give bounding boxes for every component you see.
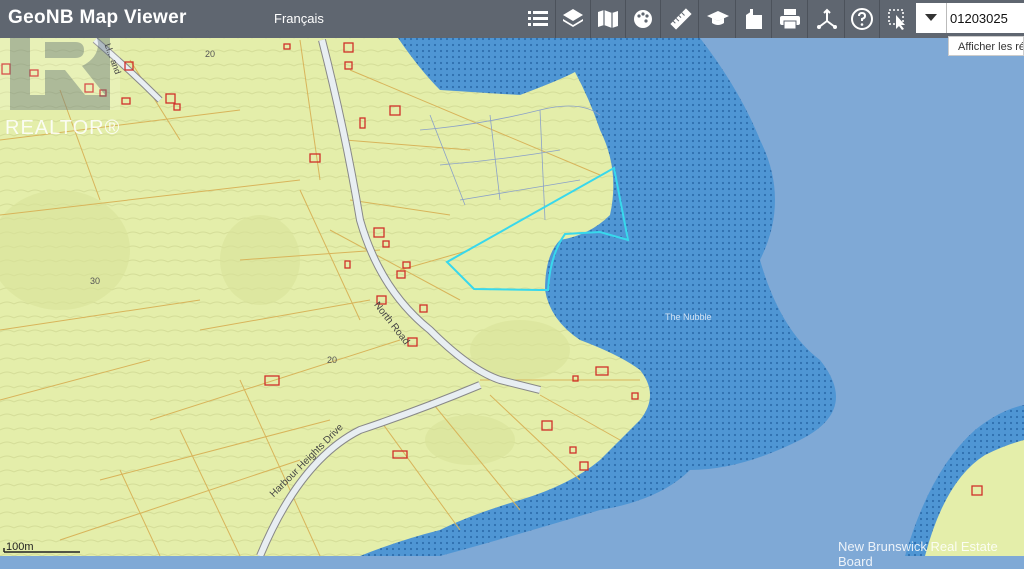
search-box: [916, 3, 1024, 33]
search-dropdown-hint[interactable]: Afficher les ré: [948, 36, 1024, 56]
contour-label-20b: 20: [327, 355, 338, 365]
app-title: GeoNB Map Viewer: [8, 7, 187, 28]
identify-icon: [888, 9, 905, 30]
toolbar-divider: [771, 0, 772, 38]
measure-button[interactable]: [664, 2, 698, 36]
legend-list-icon: [528, 11, 548, 26]
property-icon: [746, 9, 762, 29]
measure-icon: [670, 8, 692, 30]
layers-button[interactable]: [556, 2, 590, 36]
contour-label-20a: 20: [205, 49, 216, 59]
themes-button[interactable]: [626, 2, 660, 36]
themes-icon: [634, 10, 652, 28]
legend-button[interactable]: [521, 2, 555, 36]
share-icon: [817, 8, 837, 29]
toolbar-divider: [735, 0, 736, 38]
the-nubble-label: The Nubble: [665, 312, 712, 322]
toolbar-divider: [879, 0, 880, 38]
learning-button[interactable]: [701, 2, 735, 36]
language-link[interactable]: Français: [274, 11, 324, 26]
realtor-watermark: REALTOR®: [5, 117, 121, 139]
toolbar-divider: [660, 0, 661, 38]
toolbar-divider: [698, 0, 699, 38]
contour-label-30: 30: [90, 276, 101, 286]
scale-label: 100m: [6, 541, 34, 553]
layers-icon: [563, 9, 583, 27]
map-credit: New Brunswick Real Estate Board: [838, 539, 998, 569]
identify-button[interactable]: [881, 2, 915, 36]
help-button[interactable]: [845, 2, 879, 36]
toolbar-divider: [807, 0, 808, 38]
search-input[interactable]: [950, 7, 1024, 29]
share-button[interactable]: [810, 2, 844, 36]
help-icon: [851, 8, 873, 30]
basemap-button[interactable]: [591, 2, 625, 36]
top-toolbar: GeoNB Map Viewer Français: [0, 0, 1024, 38]
learning-icon: [707, 11, 729, 25]
print-icon: [780, 9, 800, 30]
property-button[interactable]: [737, 2, 771, 36]
caret-down-icon: [925, 14, 937, 21]
basemap-icon: [598, 10, 618, 28]
search-dropdown-button[interactable]: [916, 3, 947, 33]
map-canvas[interactable]: [0, 0, 1024, 556]
print-button[interactable]: [773, 2, 807, 36]
